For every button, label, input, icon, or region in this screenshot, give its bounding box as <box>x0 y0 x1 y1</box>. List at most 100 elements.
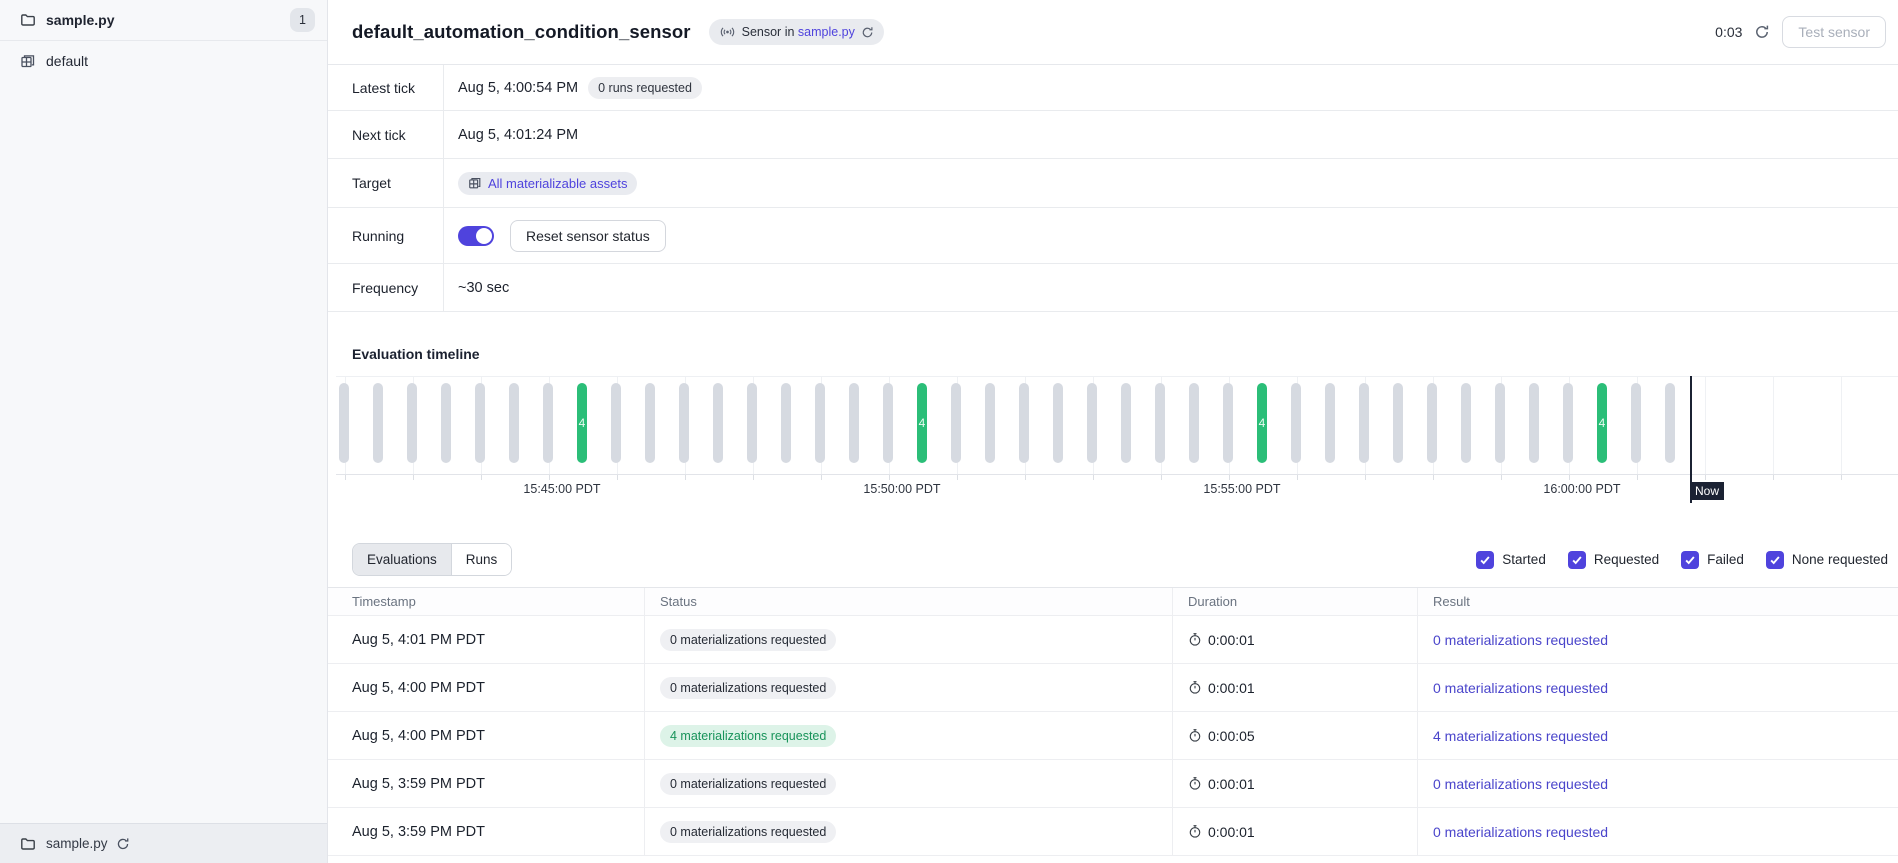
timeline-bar[interactable] <box>781 383 791 463</box>
timeline-bar[interactable] <box>747 383 757 463</box>
timeline-bar[interactable]: 4 <box>917 383 927 463</box>
duration-cell: 0:00:05 <box>1188 728 1255 744</box>
timeline-bar[interactable] <box>543 383 553 463</box>
timeline-bar[interactable]: 4 <box>577 383 587 463</box>
tab-runs[interactable]: Runs <box>452 544 512 575</box>
target-badge[interactable]: All materializable assets <box>458 172 637 195</box>
sensor-location-link[interactable]: sample.py <box>798 25 855 39</box>
timeline-bar[interactable] <box>1155 383 1165 463</box>
runs-requested-badge: 0 runs requested <box>588 77 702 99</box>
timeline-bar[interactable] <box>1665 383 1675 463</box>
sidebar-code-location-row[interactable]: sample.py 1 <box>0 0 327 41</box>
timeline-axis-label: 15:55:00 PDT <box>1203 482 1280 496</box>
timeline-bar-label: 4 <box>919 416 926 430</box>
checkbox-checked-icon[interactable] <box>1568 551 1586 569</box>
timeline-bar[interactable] <box>1563 383 1573 463</box>
timeline-bar[interactable] <box>1461 383 1471 463</box>
timeline-bar[interactable] <box>679 383 689 463</box>
filter-row: Evaluations Runs Started Requested Failed N… <box>328 543 1898 576</box>
timeline-bar[interactable] <box>1427 383 1437 463</box>
table-row: Aug 5, 3:59 PM PDT 0 materializations req… <box>328 760 1898 808</box>
reset-sensor-status-button[interactable]: Reset sensor status <box>510 220 666 252</box>
duration-cell: 0:00:01 <box>1188 824 1255 840</box>
tab-evaluations[interactable]: Evaluations <box>353 544 452 575</box>
sidebar-item-asset-group[interactable]: default <box>0 41 327 81</box>
timeline-bar[interactable] <box>373 383 383 463</box>
table-body: Aug 5, 4:01 PM PDT 0 materializations req… <box>328 616 1898 856</box>
result-link[interactable]: 0 materializations requested <box>1433 680 1608 696</box>
main-content: default_automation_condition_sensor Sens… <box>328 0 1898 863</box>
detail-row-target: Target All materializable assets <box>328 159 1898 208</box>
timeline-bar[interactable] <box>1087 383 1097 463</box>
timeline-bar[interactable] <box>713 383 723 463</box>
timestamp-cell: Aug 5, 3:59 PM PDT <box>352 824 485 840</box>
timeline-bar[interactable] <box>1359 383 1369 463</box>
detail-label: Next tick <box>328 111 444 158</box>
table-row: Aug 5, 3:59 PM PDT 0 materializations req… <box>328 808 1898 856</box>
result-link[interactable]: 0 materializations requested <box>1433 776 1608 792</box>
checkbox-checked-icon[interactable] <box>1681 551 1699 569</box>
timeline-bar[interactable] <box>339 383 349 463</box>
detail-label: Target <box>328 159 444 207</box>
timeline-bar-label: 4 <box>1599 416 1606 430</box>
checkbox-checked-icon[interactable] <box>1476 551 1494 569</box>
timeline-bar[interactable] <box>407 383 417 463</box>
badge-refresh-icon[interactable] <box>861 26 874 39</box>
timeline-bar[interactable] <box>1529 383 1539 463</box>
timeline-bar[interactable] <box>1325 383 1335 463</box>
running-toggle[interactable] <box>458 226 494 246</box>
timeline-bar[interactable]: 4 <box>1257 383 1267 463</box>
checkbox-label: Failed <box>1707 552 1744 567</box>
timeline-bar[interactable] <box>1019 383 1029 463</box>
timeline-bar[interactable] <box>1495 383 1505 463</box>
timeline-bar[interactable] <box>951 383 961 463</box>
result-link[interactable]: 0 materializations requested <box>1433 632 1608 648</box>
timeline-bar[interactable] <box>1223 383 1233 463</box>
timeline-bar[interactable] <box>1053 383 1063 463</box>
timeline-bar[interactable] <box>849 383 859 463</box>
test-sensor-button[interactable]: Test sensor <box>1782 16 1886 48</box>
target-link[interactable]: All materializable assets <box>488 176 627 191</box>
checkbox-checked-icon[interactable] <box>1766 551 1784 569</box>
result-link[interactable]: 0 materializations requested <box>1433 824 1608 840</box>
timeline-bar[interactable] <box>509 383 519 463</box>
timestamp-cell: Aug 5, 3:59 PM PDT <box>352 776 485 792</box>
timeline-bar[interactable] <box>1631 383 1641 463</box>
stopwatch-icon <box>1188 680 1202 695</box>
filter-checkbox-none-requested[interactable]: None requested <box>1766 551 1888 569</box>
timeline-bar[interactable] <box>441 383 451 463</box>
timeline-bar[interactable] <box>1291 383 1301 463</box>
sensor-type-badge: Sensor in sample.py <box>709 19 884 45</box>
stopwatch-icon <box>1188 632 1202 647</box>
page-header: default_automation_condition_sensor Sens… <box>328 0 1898 65</box>
status-badge: 0 materializations requested <box>660 629 836 651</box>
timeline-bar[interactable] <box>611 383 621 463</box>
timeline-bar[interactable] <box>815 383 825 463</box>
filter-checkbox-started[interactable]: Started <box>1476 551 1546 569</box>
sidebar-footer[interactable]: sample.py <box>0 823 327 863</box>
column-header-timestamp: Timestamp <box>328 588 645 615</box>
reload-location-icon[interactable] <box>116 837 130 851</box>
detail-row-latest-tick: Latest tick Aug 5, 4:00:54 PM 0 runs req… <box>328 65 1898 111</box>
status-badge: 0 materializations requested <box>660 677 836 699</box>
refresh-button[interactable] <box>1754 24 1770 40</box>
timeline-bar[interactable] <box>1121 383 1131 463</box>
timeline-bar[interactable]: 4 <box>1597 383 1607 463</box>
latest-tick-value: Aug 5, 4:00:54 PM <box>458 80 578 96</box>
timeline-bar[interactable] <box>1189 383 1199 463</box>
timestamp-cell: Aug 5, 4:00 PM PDT <box>352 728 485 744</box>
timeline-bar[interactable] <box>883 383 893 463</box>
result-link[interactable]: 4 materializations requested <box>1433 728 1608 744</box>
timeline-bar[interactable] <box>475 383 485 463</box>
asset-group-icon <box>468 176 482 190</box>
checkbox-label: Requested <box>1594 552 1659 567</box>
timeline-bar[interactable] <box>645 383 655 463</box>
filter-checkbox-requested[interactable]: Requested <box>1568 551 1659 569</box>
timestamp-cell: Aug 5, 4:01 PM PDT <box>352 632 485 648</box>
detail-label: Latest tick <box>328 65 444 110</box>
timeline-bar[interactable] <box>985 383 995 463</box>
filter-checkbox-failed[interactable]: Failed <box>1681 551 1744 569</box>
timeline-bar[interactable] <box>1393 383 1403 463</box>
evaluations-table: Timestamp Status Duration Result Aug 5, … <box>328 587 1898 856</box>
now-marker-tooltip: Now <box>1690 482 1724 500</box>
